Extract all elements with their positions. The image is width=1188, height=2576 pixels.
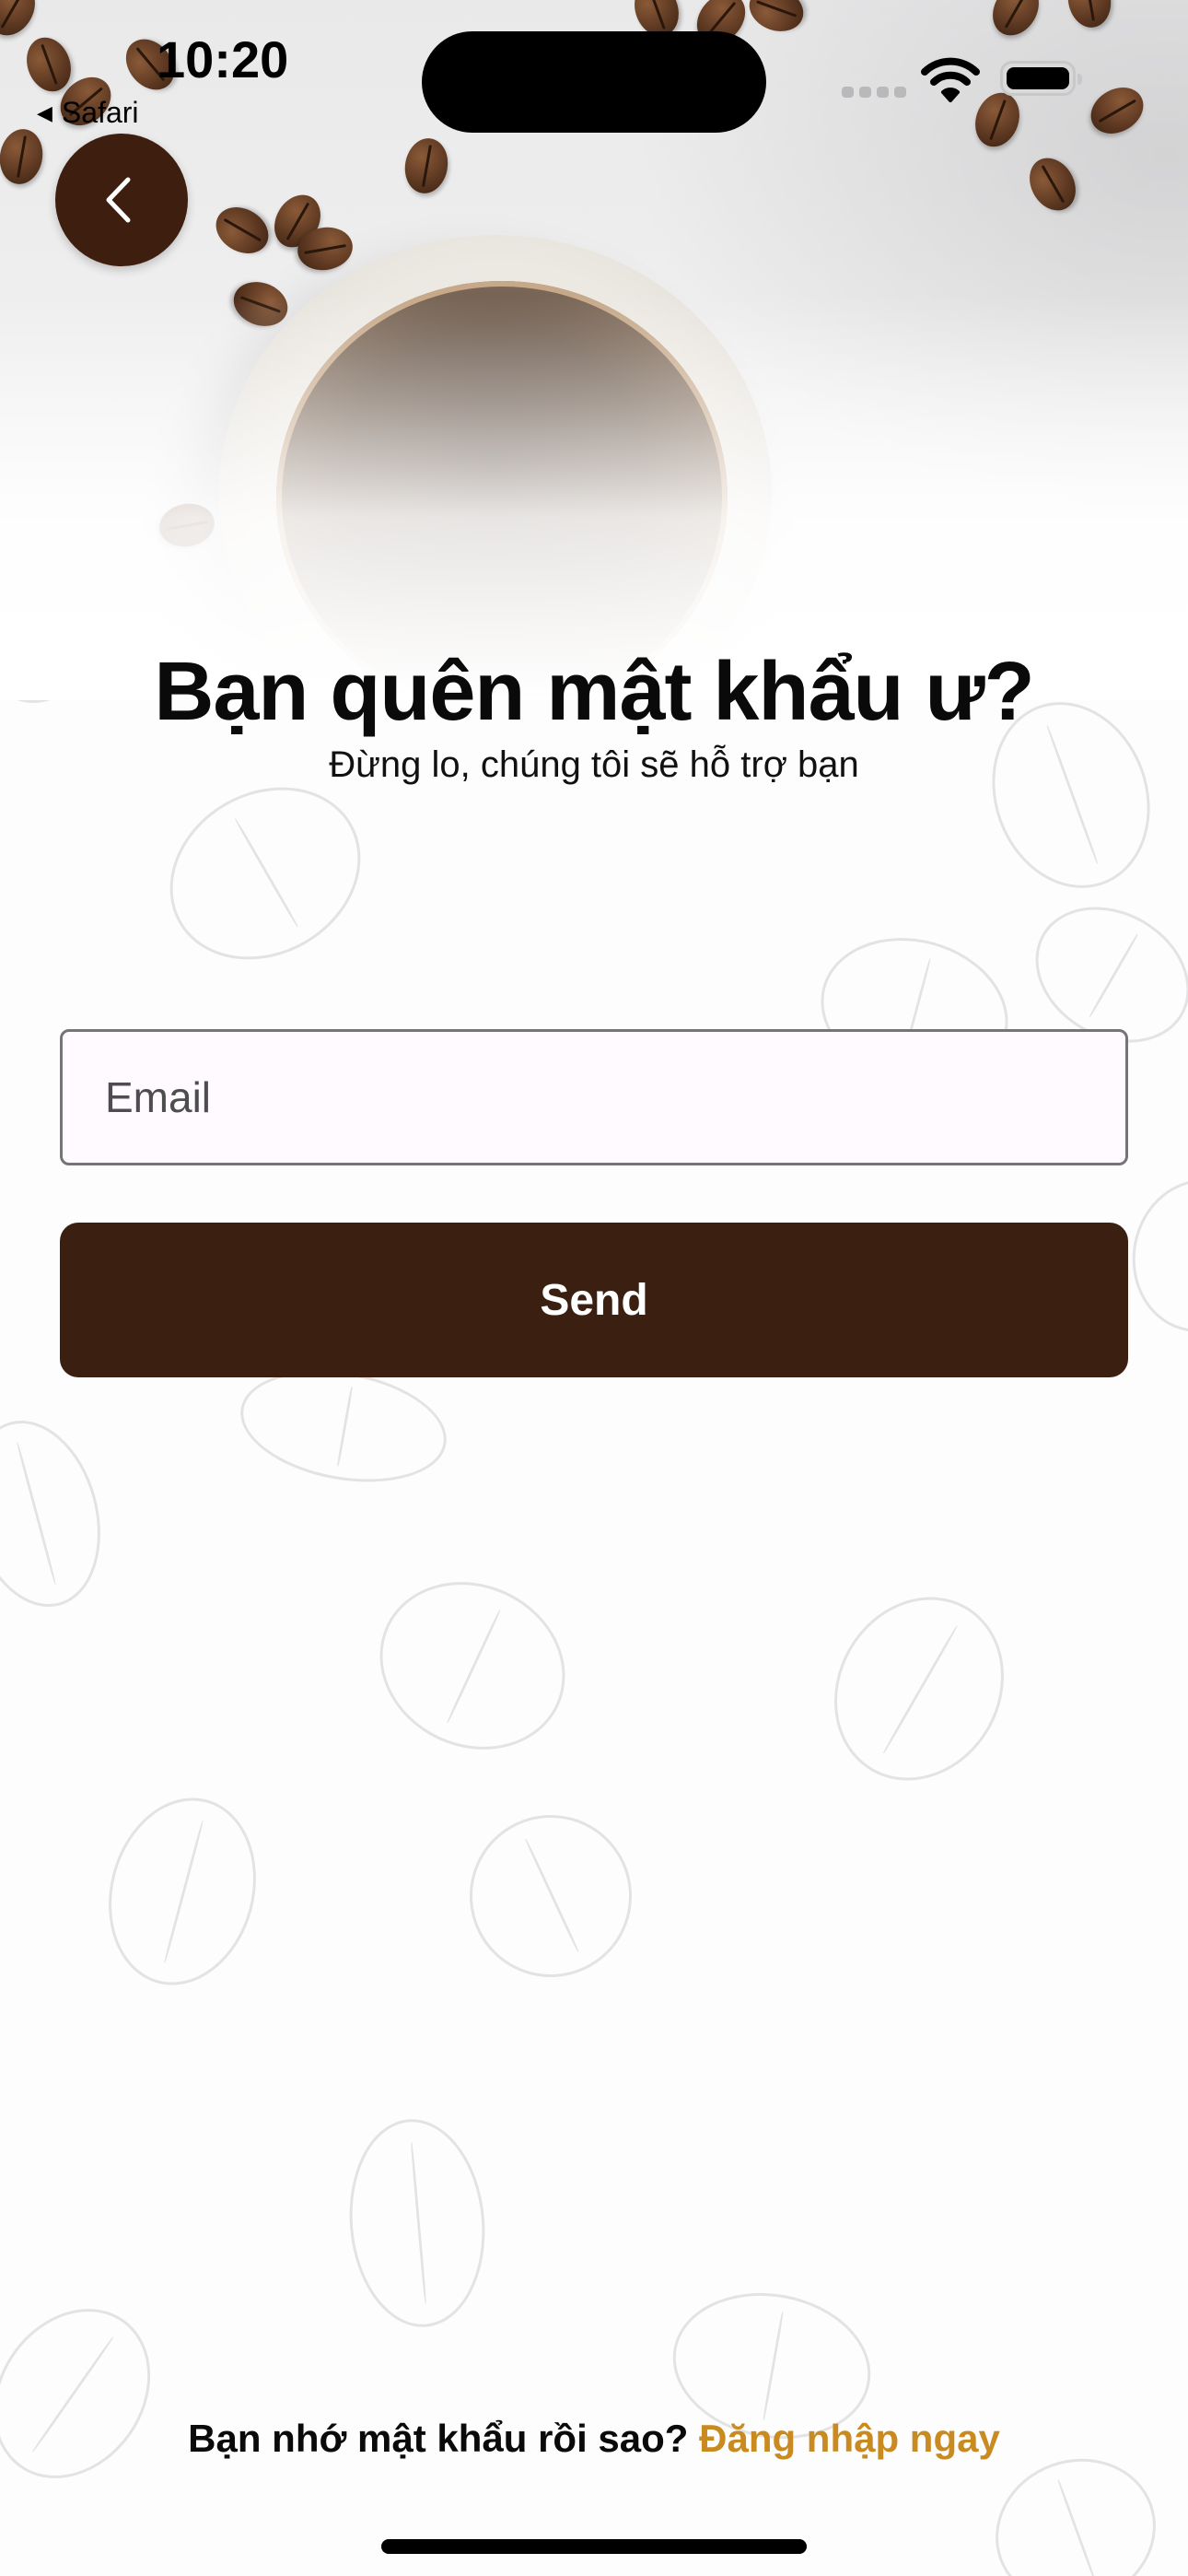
- page-subtitle: Đừng lo, chúng tôi sẽ hỗ trợ bạn: [329, 744, 859, 785]
- back-to-safari-label: Safari: [61, 96, 139, 129]
- wifi-icon: [921, 57, 980, 102]
- login-prompt: Bạn nhớ mật khẩu rồi sao? Đăng nhập ngay: [0, 2417, 1188, 2461]
- home-indicator: [381, 2539, 807, 2554]
- back-button[interactable]: [55, 134, 188, 266]
- cellular-signal-icon: [842, 87, 906, 98]
- back-arrow-icon: ◀: [37, 101, 52, 124]
- email-field[interactable]: [60, 1029, 1128, 1165]
- battery-icon: [1000, 61, 1082, 96]
- send-button[interactable]: Send: [60, 1223, 1128, 1377]
- status-time: 10:20: [157, 30, 289, 88]
- login-prompt-question: Bạn nhớ mật khẩu rồi sao?: [188, 2417, 689, 2460]
- page-title: Bạn quên mật khẩu ư?: [154, 646, 1034, 738]
- dynamic-island: [422, 31, 766, 133]
- chevron-left-icon: [106, 177, 131, 223]
- login-now-link[interactable]: Đăng nhập ngay: [699, 2417, 1000, 2460]
- back-to-safari-link[interactable]: ◀ Safari: [37, 96, 139, 130]
- forgot-password-screen: 10:20 ◀ Safari Bạn quên mật khẩu ư? Đừng …: [0, 0, 1188, 2576]
